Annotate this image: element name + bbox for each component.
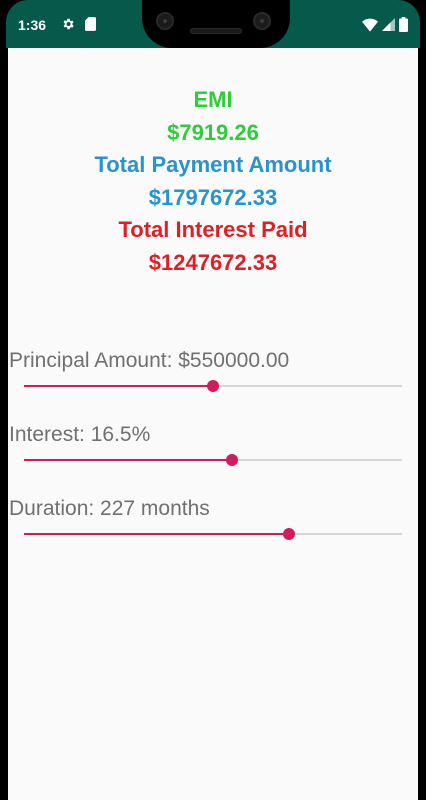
battery-icon (399, 17, 408, 37)
duration-label: Duration: 227 months (9, 497, 210, 520)
slider-fill (24, 459, 232, 461)
slider-fill (24, 533, 289, 535)
total-payment-value: $1797672.33 (148, 184, 278, 210)
results-panel: EMI $7919.26 Total Payment Amount $17976… (8, 84, 418, 279)
principal-label: Principal Amount: $550000.00 (9, 349, 290, 372)
app-screen: EMI $7919.26 Total Payment Amount $17976… (8, 48, 418, 800)
status-left-icons (61, 17, 96, 36)
principal-slider[interactable] (24, 376, 402, 396)
camera-notch (142, 0, 290, 48)
slider-thumb[interactable] (225, 454, 238, 466)
slider-fill (24, 385, 213, 387)
front-camera-right (253, 12, 271, 30)
wifi-icon (362, 18, 378, 37)
emi-value: $7919.26 (167, 119, 259, 145)
status-time: 1:36 (18, 17, 47, 33)
slider-thumb[interactable] (282, 528, 295, 540)
interest-slider[interactable] (24, 450, 402, 470)
phone-frame: 1:36 EMI $7919.26 Total Payment Amount $… (0, 0, 426, 800)
duration-slider[interactable] (24, 524, 402, 544)
status-right-icons (362, 17, 408, 37)
signal-icon (382, 18, 395, 36)
total-interest-value: $1247672.33 (148, 249, 278, 275)
earpiece-speaker (190, 28, 242, 34)
emi-label: EMI (193, 87, 233, 112)
interest-label: Interest: 16.5% (9, 423, 151, 446)
gear-icon (61, 17, 75, 36)
front-camera-left (156, 12, 174, 30)
slider-thumb[interactable] (207, 380, 219, 392)
sim-card-icon (85, 17, 96, 36)
total-interest-label: Total Interest Paid (118, 217, 308, 242)
total-payment-label: Total Payment Amount (94, 152, 332, 177)
